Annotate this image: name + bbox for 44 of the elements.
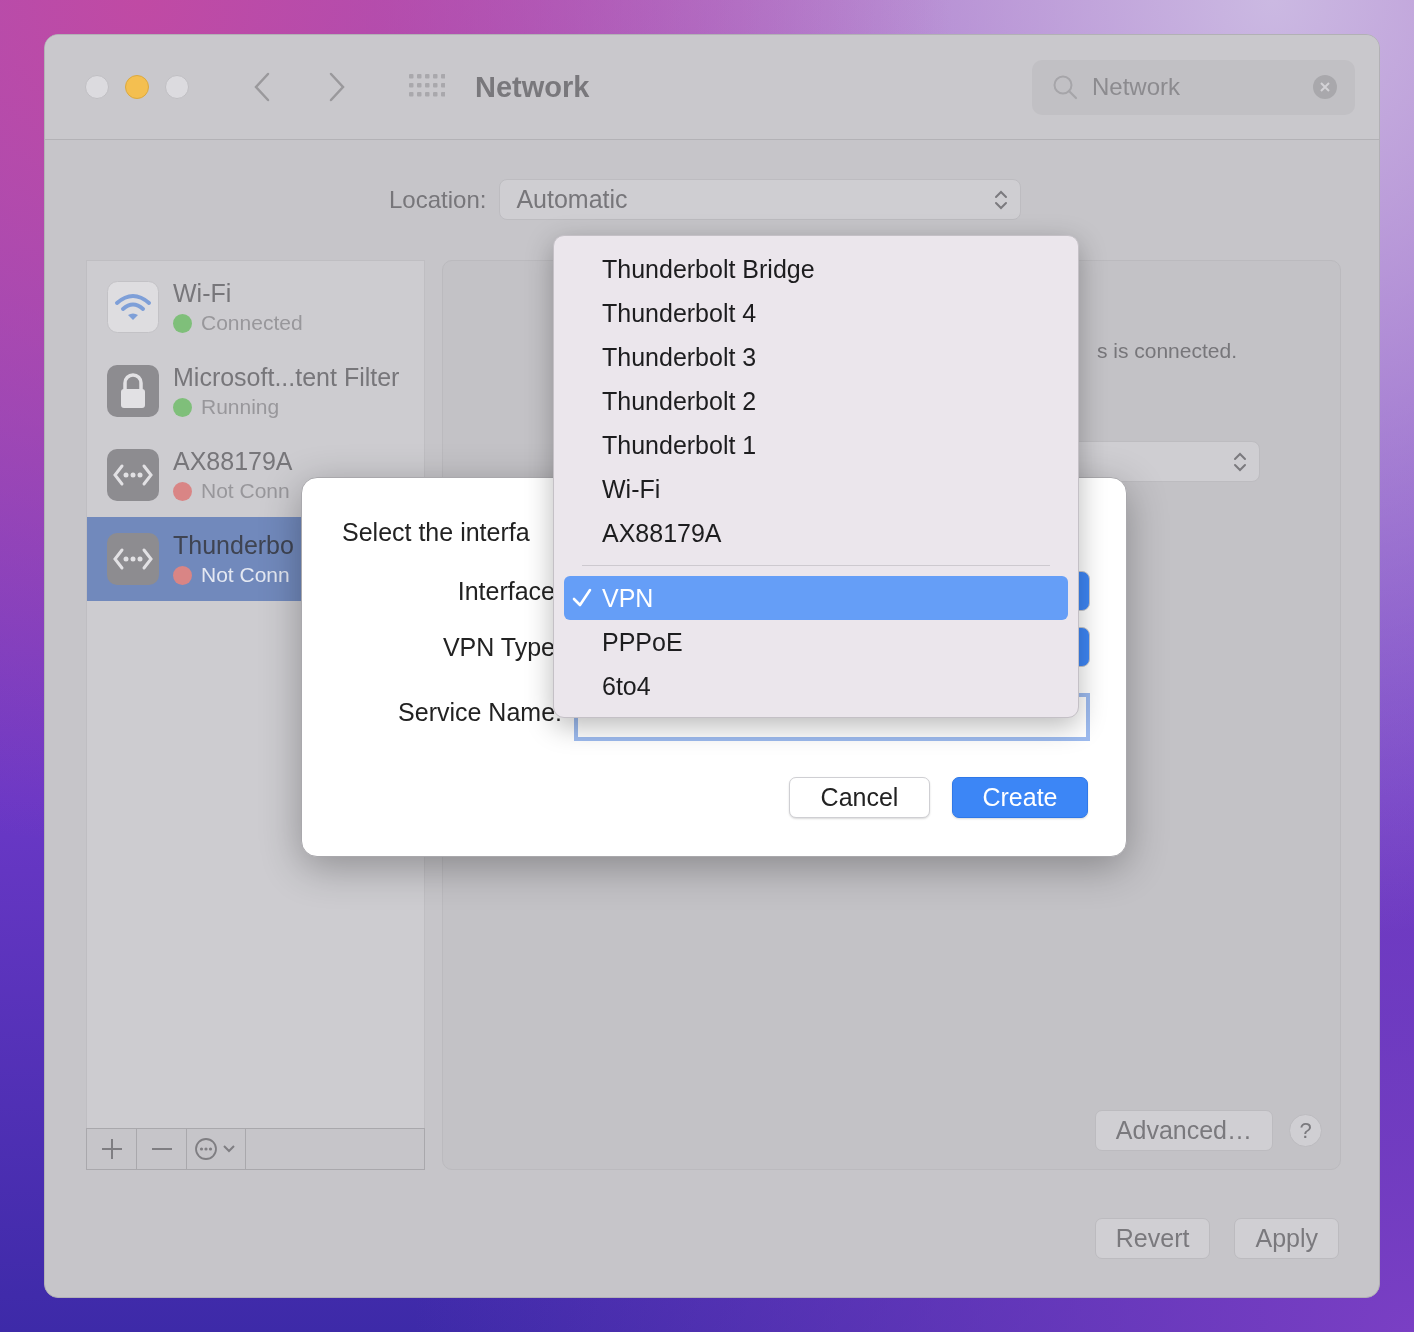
field-label: Interface	[456, 576, 556, 606]
cancel-button[interactable]: Cancel	[789, 777, 930, 818]
wifi-icon	[107, 281, 159, 333]
service-name: Microsoft...tent Filter	[173, 363, 400, 392]
lock-icon	[107, 365, 159, 417]
plus-icon	[100, 1138, 123, 1160]
location-label: Location:	[389, 185, 487, 214]
help-button[interactable]: ?	[1289, 1114, 1322, 1147]
menu-item[interactable]: Thunderbolt 3	[564, 335, 1068, 379]
location-popup[interactable]: Automatic	[499, 179, 1022, 220]
ethernet-icon	[107, 533, 159, 585]
ethernet-icon	[107, 449, 159, 501]
field-label: VPN Type	[441, 632, 556, 662]
status-text: s is connected.	[1096, 339, 1237, 363]
search-icon	[1052, 74, 1078, 100]
menu-item[interactable]: Thunderbolt 4	[564, 291, 1068, 335]
more-icon	[195, 1137, 237, 1161]
menu-item[interactable]: Thunderbolt 1	[564, 423, 1068, 467]
grid-icon[interactable]	[409, 74, 445, 100]
close-button[interactable]	[85, 75, 109, 99]
minus-icon	[150, 1148, 173, 1150]
minimize-button[interactable]	[125, 75, 149, 99]
service-name: AX88179A	[173, 447, 293, 476]
service-name: Wi-Fi	[173, 279, 233, 308]
forward-icon[interactable]	[328, 72, 346, 102]
window-title: Network	[475, 70, 590, 104]
apply-button[interactable]: Apply	[1234, 1218, 1339, 1259]
menu-item[interactable]: Thunderbolt 2	[564, 379, 1068, 423]
menu-item[interactable]: PPPoE	[564, 620, 1068, 664]
create-button[interactable]: Create	[952, 777, 1088, 818]
menu-item[interactable]: Thunderbolt Bridge	[564, 247, 1068, 291]
service-name: Thunderbo	[173, 531, 294, 560]
revert-button[interactable]: Revert	[1094, 1218, 1211, 1259]
field-label: Service Name:	[397, 697, 562, 727]
checkmark-icon	[572, 588, 592, 608]
advanced-button[interactable]: Advanced…	[1094, 1110, 1273, 1151]
menu-item[interactable]: AX88179A	[564, 511, 1068, 555]
menu-item[interactable]: VPN	[564, 576, 1068, 620]
service-status: Not Conn	[201, 563, 290, 587]
zoom-button[interactable]	[165, 75, 189, 99]
menu-item[interactable]: 6to4	[564, 664, 1068, 708]
clear-icon[interactable]	[1313, 75, 1337, 99]
back-icon[interactable]	[253, 72, 271, 102]
menu-item[interactable]: Wi-Fi	[564, 467, 1068, 511]
